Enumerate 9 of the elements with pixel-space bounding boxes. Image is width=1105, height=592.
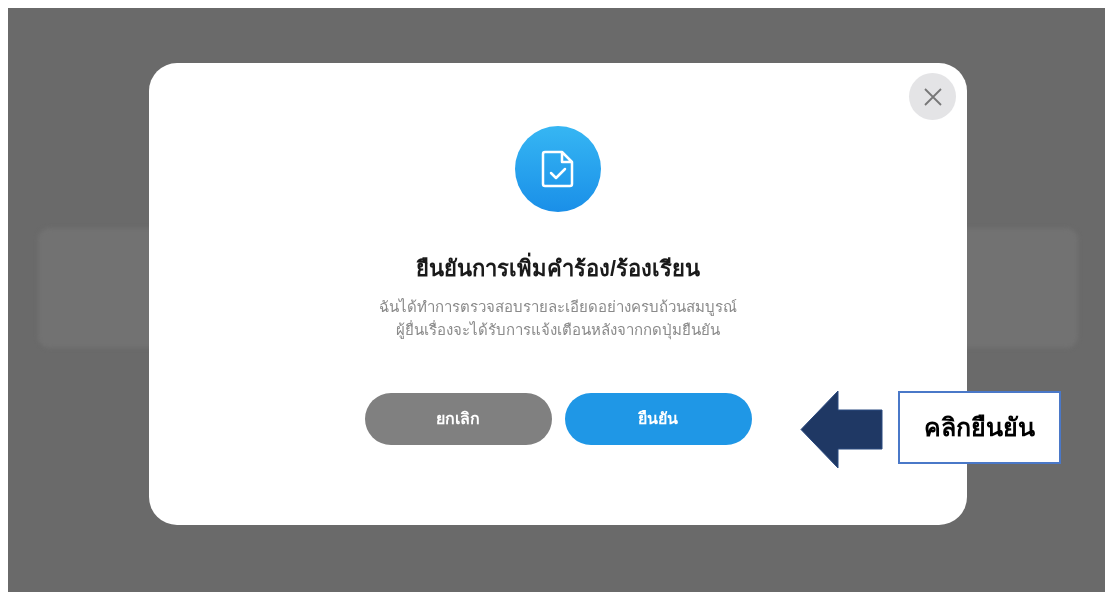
close-button[interactable] [909,73,956,120]
callout-label: คลิกยืนยัน [898,391,1061,464]
close-icon [922,86,943,107]
dialog-message-line: ฉันได้ทำการตรวจสอบรายละเอียดอย่างครบถ้วนสมบูรณ์ [379,297,737,318]
cancel-button[interactable]: ยกเลิก [364,393,552,445]
confirm-button[interactable]: ยืนยัน [564,393,752,445]
dialog-title: ยืนยันการเพิ่มคำร้อง/ร้องเรียน [415,252,701,285]
left-arrow-icon [800,390,883,469]
dialog-message-line: ผู้ยื่นเรื่องจะได้รับการแจ้งเตือนหลังจากกดปุ่มยืนยัน [396,319,720,341]
